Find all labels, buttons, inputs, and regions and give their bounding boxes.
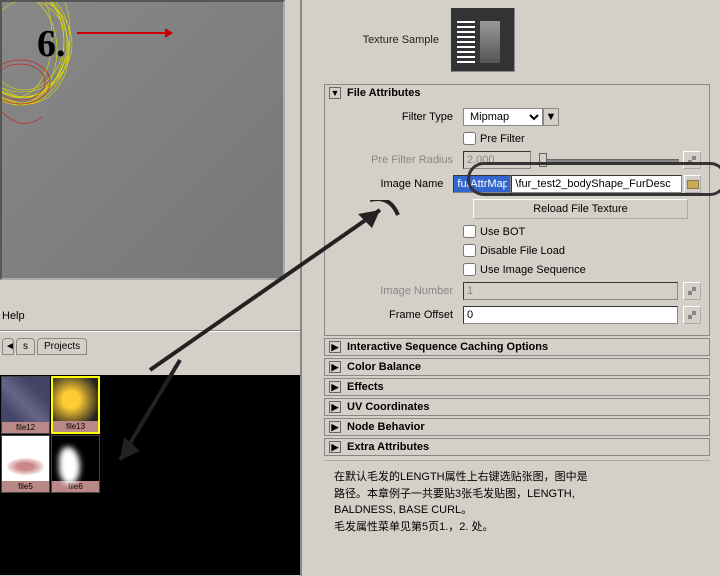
image-number-label: Image Number (333, 285, 463, 297)
filter-type-select[interactable]: Mipmap (463, 108, 543, 126)
disable-file-load-checkbox[interactable] (463, 244, 476, 257)
texture-thumbnail[interactable]: file12 (1, 376, 50, 434)
folder-icon (687, 180, 699, 189)
collapse-icon: ▼ (329, 87, 341, 99)
pre-filter-radius-slider[interactable] (539, 153, 679, 167)
attribute-editor: Texture Sample ▼ File Attributes Filter … (300, 0, 720, 576)
tab-scroll-left[interactable]: ◄ (2, 338, 14, 355)
expand-icon: ▶ (329, 401, 341, 413)
note-line: 毛发属性菜单见第5页1.，2. 处。 (334, 519, 700, 536)
disable-file-load-label: Disable File Load (476, 245, 565, 257)
expand-icon: ▶ (329, 341, 341, 353)
section-header[interactable]: ▶ Node Behavior (325, 419, 709, 435)
image-name-selection[interactable] (453, 175, 511, 193)
section-title: Extra Attributes (347, 441, 429, 453)
help-menu[interactable]: Help (2, 310, 25, 322)
section-title: Interactive Sequence Caching Options (347, 341, 548, 353)
pre-filter-checkbox[interactable] (463, 132, 476, 145)
map-button[interactable] (683, 151, 701, 169)
reload-file-texture-button[interactable]: Reload File Texture (473, 199, 688, 219)
section-title: Node Behavior (347, 421, 425, 433)
frame-offset-input[interactable] (463, 306, 678, 324)
use-bot-checkbox[interactable] (463, 225, 476, 238)
expand-icon: ▶ (329, 361, 341, 373)
viewport-3d[interactable]: 6. (0, 0, 285, 280)
dropdown-icon[interactable]: ▼ (543, 108, 559, 126)
texture-sample-label: Texture Sample (336, 34, 451, 46)
section-header[interactable]: ▶ Extra Attributes (325, 439, 709, 455)
section-title: File Attributes (347, 87, 421, 99)
section-collapsed: ▶ Color Balance (324, 358, 710, 376)
map-button[interactable] (683, 282, 701, 300)
pre-filter-radius-label: Pre Filter Radius (333, 154, 463, 166)
texture-thumbnail[interactable]: file13 (51, 376, 100, 434)
section-collapsed: ▶ Effects (324, 378, 710, 396)
section-header[interactable]: ▶ Color Balance (325, 359, 709, 375)
tab-item[interactable]: s (16, 338, 35, 355)
note-line: 在默认毛发的LENGTH属性上右键选贴张图，图中是 (334, 469, 700, 486)
section-header[interactable]: ▼ File Attributes (325, 85, 709, 101)
texture-thumbnail[interactable]: file5 (1, 435, 50, 493)
expand-icon: ▶ (329, 421, 341, 433)
step-number: 6. (37, 22, 66, 66)
image-name-label: Image Name (333, 178, 453, 190)
expand-icon: ▶ (329, 441, 341, 453)
use-image-sequence-label: Use Image Sequence (476, 264, 586, 276)
section-collapsed: ▶ Node Behavior (324, 418, 710, 436)
thumb-label: file13 (53, 421, 98, 432)
section-header[interactable]: ▶ Interactive Sequence Caching Options (325, 339, 709, 355)
separator (0, 330, 300, 332)
frame-offset-label: Frame Offset (333, 309, 463, 321)
thumb-label: file6 (52, 481, 99, 492)
filter-type-label: Filter Type (333, 111, 463, 123)
section-title: Effects (347, 381, 384, 393)
axis-arrow (77, 32, 167, 34)
browse-button[interactable] (684, 175, 701, 193)
hypershade-tabs: ◄ s Projects (2, 338, 87, 355)
texture-sample-swatch[interactable] (451, 8, 515, 72)
use-bot-label: Use BOT (476, 226, 525, 238)
section-header[interactable]: ▶ Effects (325, 379, 709, 395)
use-image-sequence-checkbox[interactable] (463, 263, 476, 276)
section-collapsed: ▶ Interactive Sequence Caching Options (324, 338, 710, 356)
note-line: 路径。本章例子一共要贴3张毛发贴图，LENGTH, (334, 486, 700, 503)
file-attributes-section: ▼ File Attributes Filter Type Mipmap ▼ P… (324, 84, 710, 336)
section-collapsed: ▶ Extra Attributes (324, 438, 710, 456)
texture-browser: file12 file13 file5 file6 (0, 375, 300, 575)
section-title: Color Balance (347, 361, 421, 373)
texture-thumbnail[interactable]: file6 (51, 435, 100, 493)
note-line: BALDNESS, BASE CURL。 (334, 502, 700, 519)
section-collapsed: ▶ UV Coordinates (324, 398, 710, 416)
expand-icon: ▶ (329, 381, 341, 393)
pre-filter-label: Pre Filter (476, 133, 525, 145)
thumb-label: file5 (2, 481, 49, 492)
map-button[interactable] (683, 306, 701, 324)
section-header[interactable]: ▶ UV Coordinates (325, 399, 709, 415)
section-title: UV Coordinates (347, 401, 430, 413)
image-number-input (463, 282, 678, 300)
tab-projects[interactable]: Projects (37, 338, 87, 355)
thumb-label: file12 (2, 422, 49, 433)
pre-filter-radius-input (463, 151, 531, 169)
image-name-path[interactable]: \fur_test2_bodyShape_FurDesc (511, 175, 682, 193)
annotation-note: 在默认毛发的LENGTH属性上右键选贴张图，图中是 路径。本章例子一共要贴3张毛… (324, 460, 710, 543)
